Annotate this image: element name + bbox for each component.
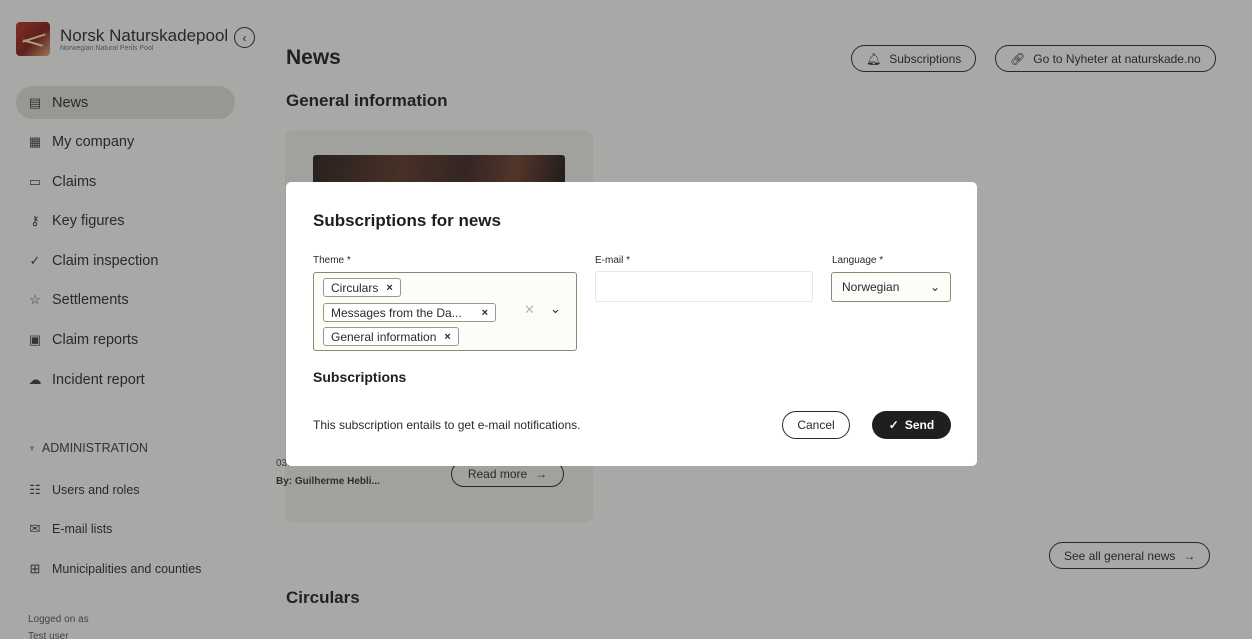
theme-chip-messages[interactable]: Messages from the Da... ×: [323, 303, 496, 322]
theme-label: Theme *: [313, 255, 351, 266]
check-icon: ✓: [888, 418, 899, 432]
clear-all-icon[interactable]: ✕: [524, 302, 535, 318]
remove-chip-icon[interactable]: ×: [444, 331, 450, 343]
modal-title: Subscriptions for news: [313, 211, 501, 230]
chevron-down-icon[interactable]: ⌄: [550, 301, 561, 317]
subscriptions-heading: Subscriptions: [313, 369, 407, 385]
email-field[interactable]: [595, 271, 813, 302]
theme-multiselect[interactable]: Circulars × Messages from the Da... × Ge…: [313, 272, 577, 351]
theme-chip-general-information[interactable]: General information ×: [323, 327, 459, 346]
chevron-down-icon: ⌄: [929, 280, 940, 294]
theme-chip-circulars[interactable]: Circulars ×: [323, 278, 401, 297]
send-button[interactable]: ✓ Send: [872, 411, 951, 439]
cancel-button[interactable]: Cancel: [782, 411, 850, 439]
subscription-info-text: This subscription entails to get e-mail …: [313, 418, 581, 432]
language-select[interactable]: Norwegian ⌄: [831, 272, 951, 302]
remove-chip-icon[interactable]: ×: [482, 307, 488, 319]
remove-chip-icon[interactable]: ×: [386, 282, 392, 294]
email-label: E-mail *: [595, 255, 631, 266]
language-label: Language *: [832, 255, 884, 266]
subscriptions-modal: Subscriptions for news Theme * Circulars…: [286, 182, 977, 466]
